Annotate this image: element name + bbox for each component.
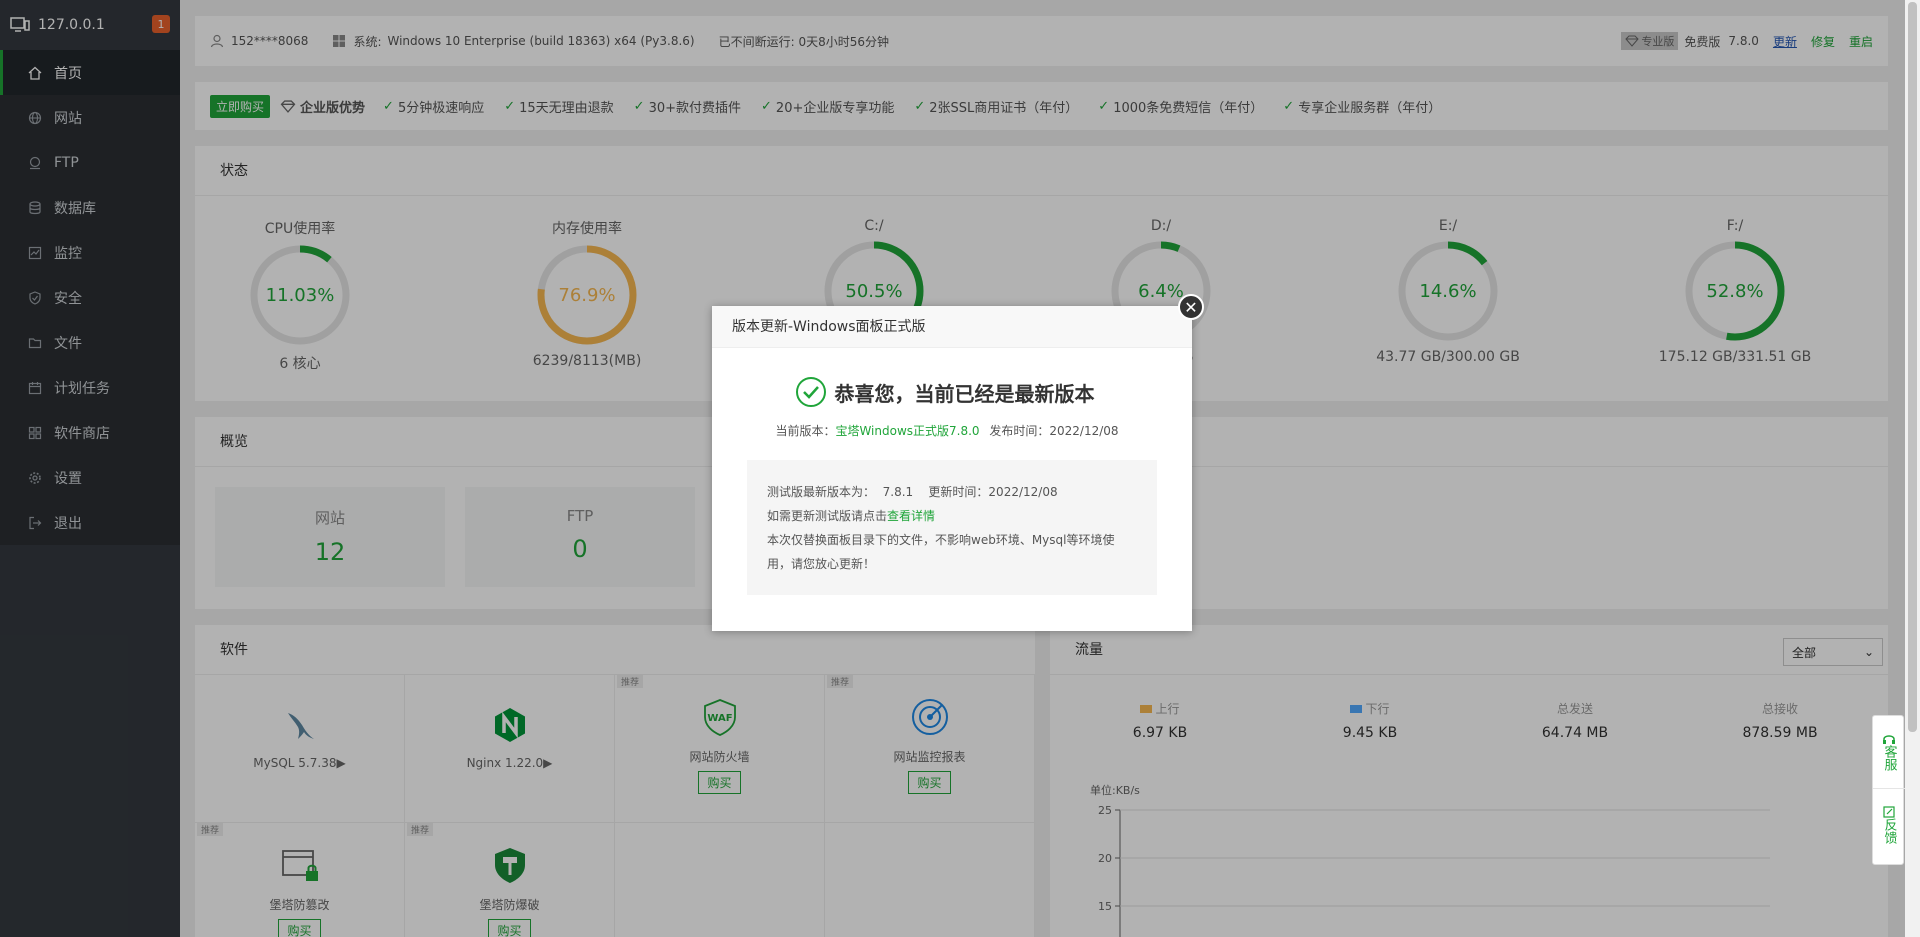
side-tools: 客服 反馈	[1872, 715, 1905, 865]
close-icon[interactable]: ✕	[1178, 294, 1204, 320]
current-version-line: 当前版本：宝塔Windows正式版7.8.0 发布时间：2022/12/08	[702, 422, 1192, 439]
current-version-label: 当前版本：	[775, 424, 836, 438]
service-label: 客服	[1881, 745, 1897, 771]
beta-version-line: 测试版最新版本为： 7.8.1 更新时间：2022/12/08	[767, 485, 1058, 499]
heading-text: 恭喜您，当前已经是最新版本	[834, 381, 1095, 406]
beta-hint-line: 如需更新测试版请点击查看详情	[767, 504, 1137, 528]
scrollbar-thumb[interactable]	[1908, 2, 1917, 732]
page-scrollbar[interactable]	[1905, 0, 1920, 937]
view-details-link[interactable]: 查看详情	[887, 509, 935, 523]
release-date: 发布时间：2022/12/08	[989, 424, 1119, 438]
feedback-label: 反馈	[1881, 817, 1897, 844]
headset-icon	[1883, 735, 1895, 744]
current-version-value: 宝塔Windows正式版7.8.0	[835, 424, 980, 438]
dialog-heading: 恭喜您，当前已经是最新版本	[697, 376, 1192, 408]
update-note: 本次仅替换面板目录下的文件，不影响web环境、Mysql等环境使用，请您放心更新…	[767, 533, 1115, 571]
feedback-button[interactable]: 反馈	[1873, 788, 1905, 860]
check-circle-icon	[795, 377, 826, 407]
beta-hint: 如需更新测试版请点击	[767, 509, 888, 523]
dialog-title: 版本更新-Windows面板正式版	[712, 306, 1192, 348]
beta-info-box: 测试版最新版本为： 7.8.1 更新时间：2022/12/08 如需更新测试版请…	[747, 460, 1157, 595]
customer-service-button[interactable]: 客服	[1873, 716, 1905, 788]
update-dialog: 版本更新-Windows面板正式版 ✕ 恭喜您，当前已经是最新版本 当前版本：宝…	[712, 294, 1204, 631]
edit-icon	[1883, 805, 1895, 818]
